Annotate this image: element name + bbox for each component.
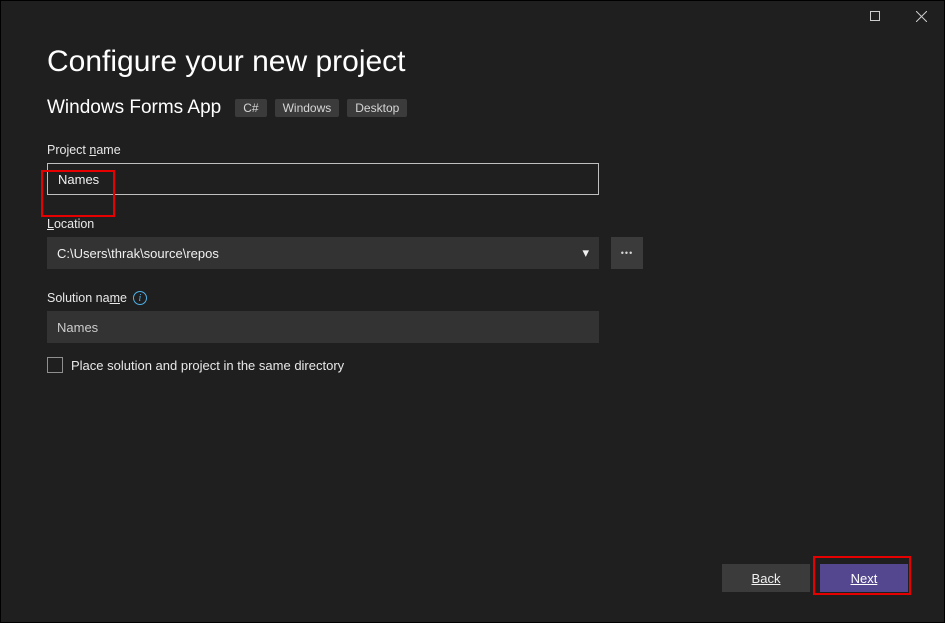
next-button[interactable]: Next [820,564,908,592]
location-row: C:\Users\thrak\source\repos ▾ ••• [47,237,898,269]
close-button[interactable] [898,1,944,31]
footer-buttons: Back Next [722,564,908,592]
close-icon [916,11,927,22]
project-name-label: Project name [47,143,898,157]
same-directory-label: Place solution and project in the same d… [71,358,344,373]
solution-name-label: Solution name i [47,291,898,305]
tag-windows: Windows [275,99,340,117]
maximize-icon [870,11,880,21]
browse-button[interactable]: ••• [611,237,643,269]
solution-name-value: Names [57,320,98,335]
tag-desktop: Desktop [347,99,407,117]
page-title: Configure your new project [47,45,898,79]
same-directory-row: Place solution and project in the same d… [47,357,898,373]
maximize-button[interactable] [852,1,898,31]
content-area: Configure your new project Windows Forms… [47,45,898,542]
ellipsis-icon: ••• [621,248,633,258]
new-project-dialog: Configure your new project Windows Forms… [0,0,945,623]
project-name-input[interactable] [47,163,599,195]
same-directory-checkbox[interactable] [47,357,63,373]
chevron-down-icon: ▾ [582,245,589,261]
tag-csharp: C# [235,99,266,117]
location-label: Location [47,217,898,231]
back-button[interactable]: Back [722,564,810,592]
template-name: Windows Forms App [47,97,221,119]
template-row: Windows Forms App C# Windows Desktop [47,97,898,119]
location-select[interactable]: C:\Users\thrak\source\repos ▾ [47,237,599,269]
titlebar [852,1,944,31]
tag-row: C# Windows Desktop [235,99,407,117]
location-value: C:\Users\thrak\source\repos [57,246,219,261]
info-icon[interactable]: i [133,291,147,305]
solution-name-input[interactable]: Names [47,311,599,343]
